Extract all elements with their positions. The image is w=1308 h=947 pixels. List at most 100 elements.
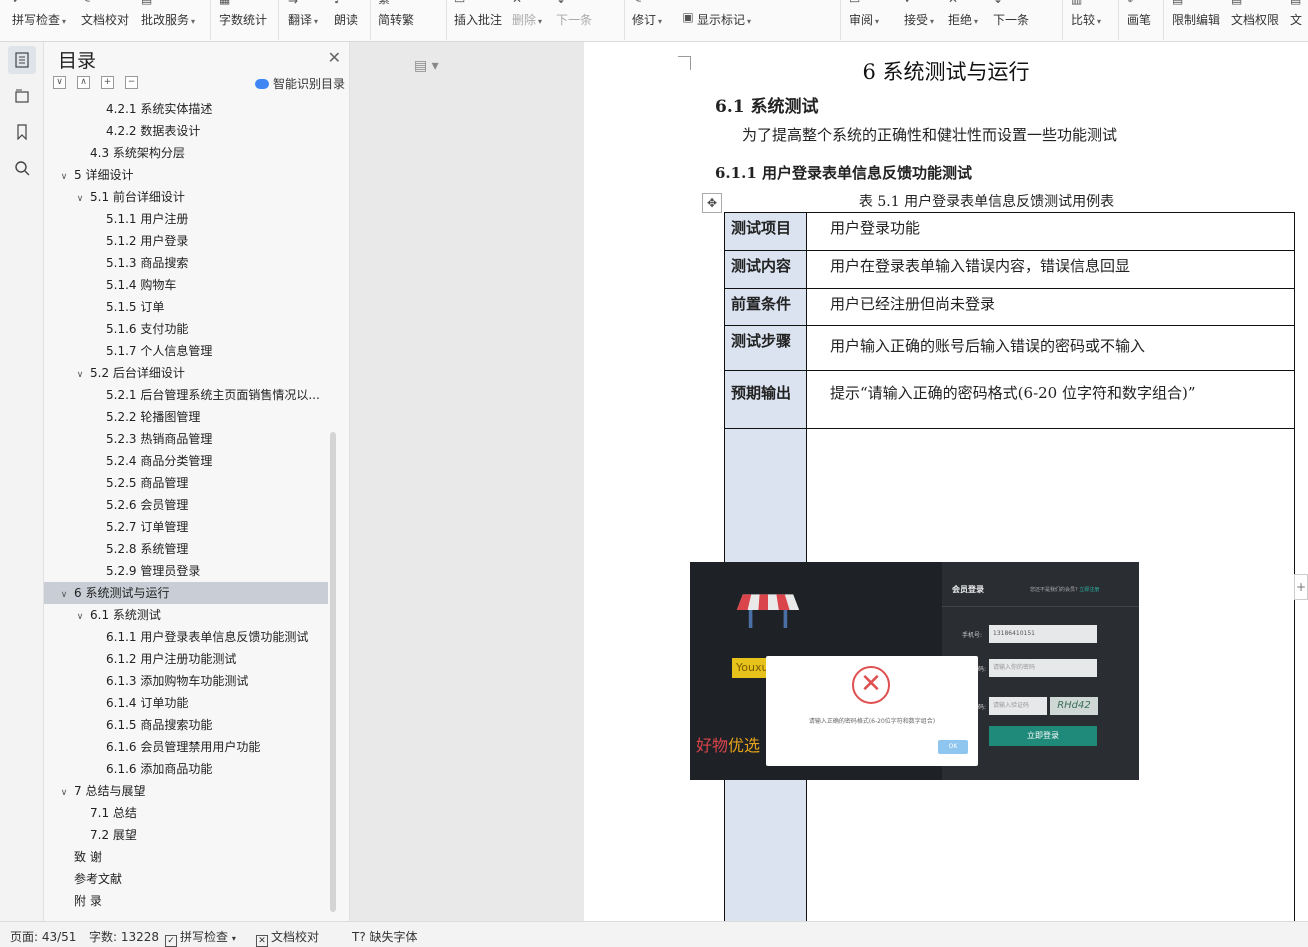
proofread-status[interactable]: ✕ 文档校对	[256, 928, 319, 947]
chevron-down-icon[interactable]: ∨	[74, 188, 86, 208]
search-icon[interactable]	[8, 154, 36, 182]
toc-title: 目录	[58, 50, 97, 72]
expand-up-icon[interactable]: ∧	[77, 76, 90, 89]
toc-item[interactable]: 7.2 展望	[44, 824, 328, 846]
chevron-down-icon: ▾	[231, 934, 236, 943]
add-heading-icon[interactable]: +	[101, 76, 114, 89]
toc-item[interactable]: 5.2.5 商品管理	[44, 472, 328, 494]
toc-panel: 目录 ✕ ∨ ∧ + − 智能识别目录 4.2.1 系统实体描述 4.2.2 数据…	[44, 42, 350, 921]
close-icon[interactable]: ✕	[328, 48, 341, 67]
side-icon-strip	[0, 42, 44, 921]
toc-item[interactable]: 6.1.3 添加购物车功能测试	[44, 670, 328, 692]
chevron-down-icon[interactable]: ∨	[58, 166, 70, 186]
doc-page-icon[interactable]: ▤ ▾	[414, 58, 439, 74]
toc-item[interactable]: 5.2.1 后台管理系统主页面销售情况以...	[44, 384, 328, 406]
error-message: 请输入正确的密码格式(6-20位字符和数字组合)	[808, 718, 936, 725]
collapse-all-icon[interactable]: ∨	[53, 76, 66, 89]
toc-item[interactable]: ∨ 5.1 前台详细设计	[44, 186, 328, 208]
toc-item[interactable]: 5.1.4 购物车	[44, 274, 328, 296]
toc-item[interactable]: 5.1.2 用户登录	[44, 230, 328, 252]
toolbar-label: 文档校对	[81, 11, 129, 28]
toc-list: 4.2.1 系统实体描述 4.2.2 数据表设计 4.3 系统架构分层 ∨ 5 详细设计…	[44, 102, 328, 921]
toc-item[interactable]: 5.2.6 会员管理	[44, 494, 328, 516]
remove-heading-icon[interactable]: −	[125, 76, 138, 89]
toc-item[interactable]: 6.1.1 用户登录表单信息反馈功能测试	[44, 626, 328, 648]
toolbar-separator	[370, 0, 371, 40]
captcha-image[interactable]: RHd42	[1050, 697, 1098, 715]
toc-item[interactable]: 5.1.1 用户注册	[44, 208, 328, 230]
expand-pane-icon[interactable]: +	[1294, 574, 1308, 600]
toc-item[interactable]: 6.1.2 用户注册功能测试	[44, 648, 328, 670]
chapter-heading: 6 系统测试与运行	[862, 60, 1030, 84]
toc-item[interactable]: 7.1 总结	[44, 802, 328, 824]
table-row: 测试内容 用户在登录表单输入错误内容，错误信息回显	[724, 250, 1295, 289]
chevron-down-icon[interactable]: ∨	[74, 364, 86, 384]
page-indicator[interactable]: 页面: 43/51	[10, 928, 76, 945]
toc-item[interactable]: 5.2.4 商品分类管理	[44, 450, 328, 472]
bookmark-icon[interactable]	[8, 118, 36, 146]
toc-item-label: 6.1.3 添加购物车功能测试	[106, 674, 249, 688]
toolbar-label-text: 简转繁	[378, 13, 415, 27]
toc-item-label: 5.2.6 会员管理	[106, 498, 189, 512]
intro-paragraph: 为了提高整个系统的正确性和健壮性而设置一些功能测试	[742, 126, 1118, 144]
table-move-handle-icon[interactable]: ✥	[702, 193, 722, 213]
smart-toc-icon	[254, 78, 269, 89]
table-value-cell: 提示“请输入正确的密码格式(6-20 位字符和数字组合)”	[806, 370, 1295, 429]
phone-field[interactable]: 13186410151	[989, 625, 1097, 643]
toc-item[interactable]: ∨ 6.1 系统测试	[44, 604, 328, 626]
slogan-part: 好物	[696, 736, 729, 755]
toc-item[interactable]: 6.1.5 商品搜索功能	[44, 714, 328, 736]
chevron-down-icon[interactable]: ∨	[58, 782, 70, 802]
toc-item[interactable]: 5.2.3 热销商品管理	[44, 428, 328, 450]
toc-item[interactable]: 6.1.4 订单功能	[44, 692, 328, 714]
smart-toc-button[interactable]: 智能识别目录	[254, 75, 345, 92]
toc-item[interactable]: 5.2.2 轮播图管理	[44, 406, 328, 428]
table-key-cell: 测试项目	[724, 212, 807, 251]
toc-item[interactable]: 附 录	[44, 890, 328, 912]
error-dialog: ✕ 请输入正确的密码格式(6-20位字符和数字组合) OK	[766, 656, 978, 766]
show-markup-icon: ▣	[682, 10, 694, 24]
nav-pane-icon[interactable]	[8, 82, 36, 110]
toc-item[interactable]: 6.1.6 添加商品功能	[44, 758, 328, 780]
section-heading: 6.1 系统测试	[715, 97, 819, 117]
table-caption: 表 5.1 用户登录表单信息反馈测试用例表	[858, 194, 1115, 210]
toc-item[interactable]: 5.2.8 系统管理	[44, 538, 328, 560]
toolbar-label: 接受 ▾	[904, 11, 934, 28]
toc-item[interactable]: 5.1.3 商品搜索	[44, 252, 328, 274]
toc-item[interactable]: 致 谢	[44, 846, 328, 868]
toc-item[interactable]: 5.1.5 订单	[44, 296, 328, 318]
spellcheck-status[interactable]: ✓ 拼写检查 ▾	[165, 928, 236, 947]
toc-item-label: 5.2.5 商品管理	[106, 476, 189, 490]
toc-scrollbar[interactable]	[330, 432, 336, 912]
word-count[interactable]: 字数: 13228	[89, 928, 159, 945]
register-link[interactable]: 立即注册	[1079, 587, 1099, 593]
login-button[interactable]: 立即登录	[989, 726, 1097, 746]
toolbar-label-text: 拼写检查	[12, 13, 61, 27]
document-area: ▤ ▾ 6 系统测试与运行 6.1 系统测试 为了提高整个系统的正确性和健壮性而…	[350, 42, 1308, 921]
toc-item[interactable]: 5.1.6 支付功能	[44, 318, 328, 340]
toc-item[interactable]: ∨ 6 系统测试与运行	[44, 582, 328, 604]
ok-button[interactable]: OK	[938, 740, 968, 754]
toc-item[interactable]: ∨ 7 总结与展望	[44, 780, 328, 802]
password-field[interactable]: 请输入你的密码	[989, 659, 1097, 677]
chevron-down-icon[interactable]: ∨	[58, 584, 70, 604]
proofread-check-icon: ✕	[256, 935, 268, 947]
toc-item[interactable]: ∨ 5 详细设计	[44, 164, 328, 186]
toolbar-label: 插入批注	[454, 11, 502, 28]
toc-item[interactable]: 4.2.1 系统实体描述	[44, 102, 328, 120]
chevron-down-icon: ▾	[1097, 17, 1102, 26]
missing-font-status[interactable]: T? 缺失字体	[352, 928, 418, 945]
toc-item[interactable]: ∨ 5.2 后台详细设计	[44, 362, 328, 384]
chevron-down-icon: ▾	[314, 17, 319, 26]
toc-item[interactable]: 5.1.7 个人信息管理	[44, 340, 328, 362]
toc-item[interactable]: 4.2.2 数据表设计	[44, 120, 328, 142]
toc-panel-icon[interactable]	[8, 46, 36, 74]
toc-item[interactable]: 5.2.9 管理员登录	[44, 560, 328, 582]
captcha-field[interactable]: 请输入验证码	[989, 697, 1047, 715]
toc-item[interactable]: 参考文献	[44, 868, 328, 890]
toc-item[interactable]: 6.1.6 会员管理禁用用户功能	[44, 736, 328, 758]
toc-item[interactable]: 4.3 系统架构分层	[44, 142, 328, 164]
toolbar-separator	[840, 0, 841, 40]
chevron-down-icon[interactable]: ∨	[74, 606, 86, 626]
toc-item[interactable]: 5.2.7 订单管理	[44, 516, 328, 538]
